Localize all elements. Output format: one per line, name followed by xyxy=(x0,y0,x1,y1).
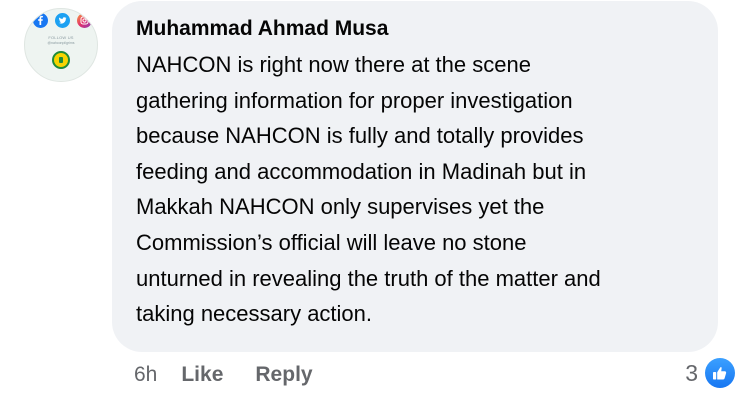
comment-line: unturned in revealing the truth of the m… xyxy=(136,265,601,291)
instagram-icon xyxy=(77,13,92,28)
reaction-count: 3 xyxy=(685,359,698,386)
comment-line: gathering information for proper investi… xyxy=(136,87,573,113)
comment-line: feeding and accommodation in Madinah but… xyxy=(136,158,587,184)
comment-bubble: Muhammad Ahmad Musa NAHCON is right now … xyxy=(112,1,718,352)
reaction-summary[interactable]: 3 xyxy=(685,358,735,388)
comment-line: NAHCON is right now there at the scene xyxy=(136,52,531,77)
comment-line: because NAHCON is fully and totally prov… xyxy=(136,123,584,149)
comment-actions: 6h Like Reply xyxy=(134,360,345,390)
thumbs-up-icon xyxy=(705,358,735,388)
comment-line: taking necessary action. xyxy=(136,301,373,327)
organization-logo xyxy=(52,51,70,69)
comment-author-name[interactable]: Muhammad Ahmad Musa xyxy=(136,14,694,44)
comment-line: Makkah NAHCON only supervises yet the xyxy=(136,194,545,220)
avatar[interactable]: FOLLOW US @nahconpilgrims xyxy=(24,8,98,82)
comment-line: Commission’s official will leave no ston… xyxy=(136,229,527,255)
twitter-icon xyxy=(55,13,70,28)
like-button[interactable]: Like xyxy=(181,363,223,387)
facebook-icon xyxy=(33,13,48,28)
comment-timestamp[interactable]: 6h xyxy=(134,363,157,387)
avatar-follow-text: FOLLOW US xyxy=(48,35,74,40)
avatar-handle-text: @nahconpilgrims xyxy=(47,41,75,45)
reply-button[interactable]: Reply xyxy=(255,363,312,387)
comment-body: NAHCON is right now there at the scene g… xyxy=(136,47,701,332)
